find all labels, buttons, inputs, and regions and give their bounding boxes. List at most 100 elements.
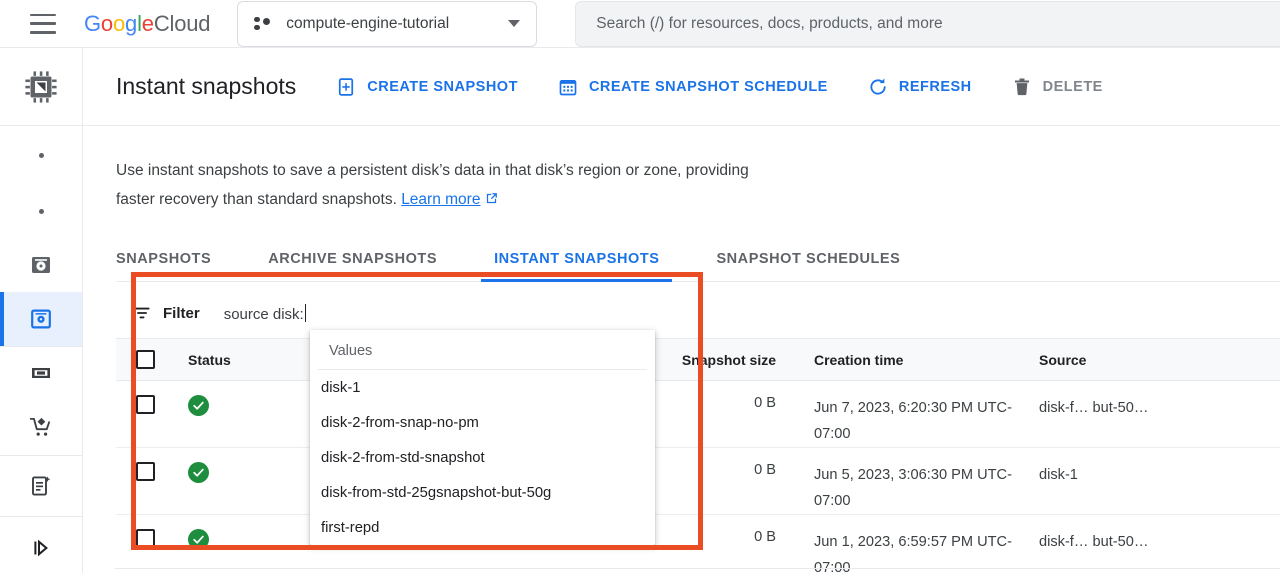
left-icon-rail (0, 48, 83, 573)
row-creation-time: Jun 5, 2023, 3:06:30 PM UTC-07:00 (814, 467, 1012, 509)
filter-input-value: source disk: (223, 305, 304, 323)
intro-description: Use instant snapshots to save a persiste… (83, 126, 783, 214)
row-status (174, 462, 256, 483)
filter-bar[interactable]: Filter source disk: (116, 288, 1280, 339)
dropdown-item-disk-1[interactable]: disk-1 (310, 370, 655, 405)
sidebar-item-release-notes[interactable] (0, 456, 82, 516)
logo-letter: g (125, 10, 138, 36)
rail-dot-icon (38, 208, 44, 214)
delete-button[interactable]: DELETE (1012, 77, 1103, 97)
disks-icon (32, 257, 50, 273)
delete-label: DELETE (1042, 78, 1103, 95)
page-title: Instant snapshots (116, 73, 297, 99)
row-checkbox[interactable] (135, 462, 155, 481)
sidebar-item-collapsed-1[interactable] (0, 126, 82, 184)
filter-label: Filter (163, 304, 200, 322)
learn-more-link[interactable]: Learn more (401, 191, 480, 208)
table-row[interactable]: st2-a 0 B Jun 5, 2023, 3:06:30 PM UTC-07… (116, 448, 1280, 515)
status-ready-icon (188, 462, 209, 483)
filter-icon[interactable] (132, 303, 152, 323)
row-checkbox[interactable] (135, 395, 155, 414)
create-snapshot-button[interactable]: CREATE SNAPSHOT (336, 77, 518, 97)
snapshots-table: Status on Snapshot size Creation time So… (116, 339, 1280, 573)
dropdown-item-disk-2-from-snap-no-pm[interactable]: disk-2-from-snap-no-pm (310, 405, 655, 440)
refresh-label: REFRESH (898, 78, 972, 95)
logo-letter: o (112, 10, 126, 36)
dropdown-item-disk-2-from-std-snapshot[interactable]: disk-2-from-std-snapshot (310, 440, 655, 475)
select-all-cell[interactable] (116, 350, 174, 369)
refresh-icon (870, 78, 886, 95)
expand-rail-button[interactable] (0, 517, 82, 573)
trash-icon (1014, 78, 1029, 95)
column-status: Status (188, 351, 231, 368)
sidebar-item-snapshots[interactable] (0, 292, 82, 346)
release-notes-icon (32, 476, 51, 496)
expand-rail-icon (34, 539, 48, 557)
google-cloud-logo[interactable]: GoogleCloud (84, 11, 210, 37)
tab-snapshot-schedules[interactable]: SNAPSHOT SCHEDULES (716, 243, 900, 281)
project-selector[interactable]: compute-engine-tutorial (237, 0, 538, 47)
tab-instant-snapshots[interactable]: INSTANT SNAPSHOTS (481, 243, 673, 282)
row-select-cell[interactable] (116, 462, 174, 481)
sidebar-item-marketplace[interactable] (0, 399, 82, 455)
logo-cloud-text: Cloud (153, 10, 211, 36)
dropdown-title: Values (318, 330, 647, 370)
row-creation-time: Jun 7, 2023, 6:20:30 PM UTC-07:00 (814, 400, 1012, 442)
row-status (174, 395, 256, 416)
tab-snapshots[interactable]: SNAPSHOTS (116, 243, 211, 281)
page-header: Instant snapshots CREATE SNAPSHOT CREATE… (83, 48, 1280, 126)
filter-values-dropdown: Values disk-1 disk-2-from-snap-no-pm dis… (310, 330, 655, 545)
refresh-button[interactable]: REFRESH (868, 77, 972, 97)
row-select-cell[interactable] (116, 529, 174, 548)
row-source: disk-1 (1039, 467, 1078, 483)
row-status (174, 529, 256, 550)
logo-letter: o (100, 10, 113, 36)
row-select-cell[interactable] (116, 395, 174, 414)
table-header-row: Status on Snapshot size Creation time So… (116, 339, 1280, 381)
search-placeholder: Search (/) for resources, docs, products… (596, 14, 943, 32)
snapshots-icon (31, 309, 51, 329)
external-link-icon[interactable] (484, 191, 499, 206)
marketplace-cart-icon (29, 417, 51, 436)
status-ready-icon (188, 529, 209, 550)
main-content: Instant snapshots CREATE SNAPSHOT CREATE… (83, 48, 1280, 573)
row-source: disk-f… but-50… (1039, 400, 1149, 416)
dropdown-item-disk-from-std-25gsnapshot-but-50g[interactable]: disk-from-std-25gsnapshot-but-50g (310, 475, 655, 510)
top-navigation-bar: GoogleCloud compute-engine-tutorial Sear… (0, 0, 1280, 48)
sidebar-item-images[interactable] (0, 347, 82, 399)
logo-letter: G (84, 10, 101, 36)
column-source: Source (1039, 351, 1087, 368)
calendar-icon (559, 79, 577, 95)
tab-archive-snapshots[interactable]: ARCHIVE SNAPSHOTS (268, 243, 437, 281)
row-snapshot-size: 0 B (754, 462, 776, 478)
compute-engine-icon (25, 70, 57, 103)
column-snapshot-size: Snapshot size (681, 351, 776, 368)
tab-bar: SNAPSHOTS ARCHIVE SNAPSHOTS INSTANT SNAP… (116, 243, 1280, 282)
create-snapshot-icon (339, 77, 354, 96)
text-cursor (304, 303, 307, 322)
column-creation-time: Creation time (814, 351, 904, 368)
sidebar-item-compute-engine[interactable] (0, 48, 82, 126)
table-row[interactable]: st1-a 0 B Jun 1, 2023, 6:59:57 PM UTC-07… (116, 515, 1280, 573)
row-creation-time: Jun 1, 2023, 6:59:57 PM UTC-07:00 (814, 534, 1012, 573)
status-ready-icon (188, 395, 209, 416)
logo-letter: e (141, 10, 154, 36)
sidebar-item-disks[interactable] (0, 238, 82, 292)
select-all-checkbox[interactable] (135, 350, 155, 369)
create-snapshot-label: CREATE SNAPSHOT (367, 78, 518, 95)
row-checkbox[interactable] (135, 529, 155, 548)
sidebar-item-collapsed-2[interactable] (0, 184, 82, 238)
project-dots-icon (254, 16, 272, 32)
table-row[interactable]: st1-a 0 B Jun 7, 2023, 6:20:30 PM UTC-07… (116, 381, 1280, 448)
filter-input[interactable]: source disk: (223, 303, 307, 323)
create-snapshot-schedule-button[interactable]: CREATE SNAPSHOT SCHEDULE (558, 77, 828, 97)
search-input[interactable]: Search (/) for resources, docs, products… (575, 0, 1280, 47)
google-cloud-console: GoogleCloud compute-engine-tutorial Sear… (0, 0, 1280, 573)
row-source: disk-f… but-50… (1039, 534, 1149, 550)
hamburger-menu-icon[interactable] (30, 13, 56, 34)
row-snapshot-size: 0 B (754, 529, 776, 545)
create-snapshot-schedule-label: CREATE SNAPSHOT SCHEDULE (588, 78, 828, 95)
dropdown-item-first-repd[interactable]: first-repd (310, 510, 655, 545)
rail-dot-icon (38, 152, 44, 158)
images-icon (32, 368, 50, 378)
